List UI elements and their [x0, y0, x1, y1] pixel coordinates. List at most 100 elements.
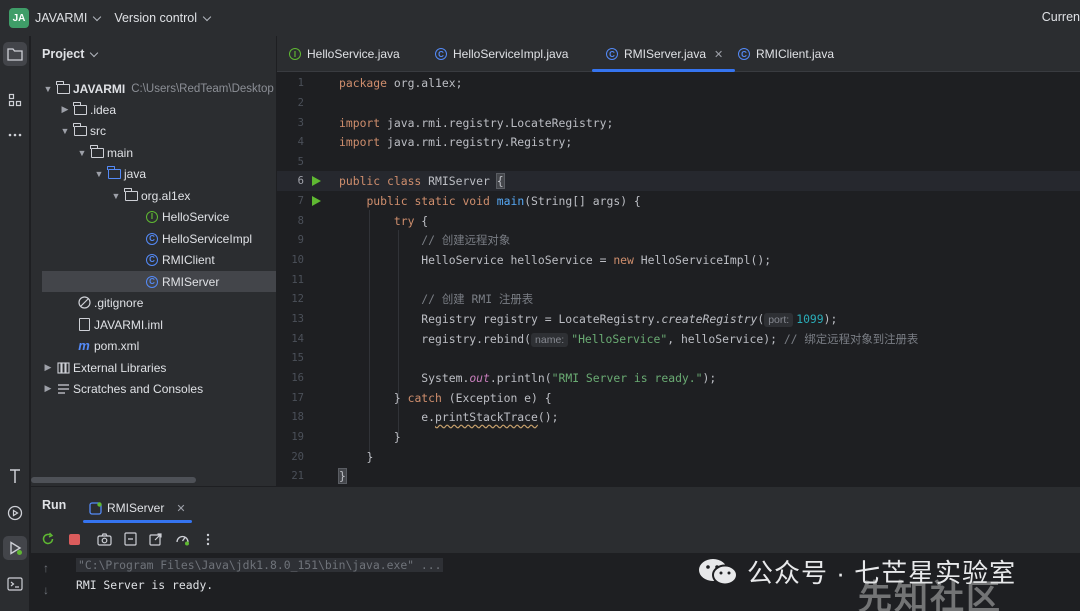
- expand-arrow-icon[interactable]: ▶: [43, 383, 53, 394]
- code-line-current: 6 public class RMIServer {: [277, 171, 1080, 191]
- code-token: import: [339, 134, 381, 149]
- close-icon[interactable]: ✕: [176, 502, 185, 515]
- structure-icon[interactable]: [3, 88, 27, 112]
- tree-item-external-libraries[interactable]: ▶ External Libraries: [31, 357, 276, 378]
- class-icon: C: [145, 232, 159, 246]
- tree-item-rmiserver[interactable]: C RMIServer: [42, 271, 276, 292]
- stop-icon[interactable]: [65, 530, 83, 548]
- site-watermark: 先知社区: [858, 579, 1002, 611]
- tree-item-path: C:\Users\RedTeam\Desktop: [131, 82, 274, 95]
- tree-item-label: JAVARMI.iml: [94, 317, 163, 332]
- build-hammer-icon[interactable]: [3, 464, 27, 488]
- tab-helloserviceimpl[interactable]: C HelloServiceImpl.java: [435, 36, 568, 72]
- tab-rmiserver[interactable]: C RMIServer.java ✕: [592, 36, 736, 72]
- project-panel-title: Project: [42, 47, 85, 61]
- tree-item-helloservice[interactable]: I HelloService: [31, 206, 276, 227]
- restore-layout-icon[interactable]: [121, 530, 139, 548]
- run-tool-icon[interactable]: [3, 536, 27, 560]
- matched-brace: }: [338, 467, 347, 484]
- title-bar: JA JAVARMI Version control Curren: [0, 0, 1080, 36]
- code-token: (String[] args) {: [524, 193, 641, 208]
- code-line: 5: [277, 152, 1080, 172]
- code-comment: // 绑定远程对象到注册表: [783, 331, 919, 346]
- chevron-down-icon: [202, 12, 212, 21]
- terminal-icon[interactable]: [3, 572, 27, 596]
- line-number: 19: [291, 430, 304, 443]
- project-panel: Project ▼ JAVARMI C:\Users\RedTeam\Deskt…: [31, 36, 276, 486]
- tree-item-rmiclient[interactable]: C RMIClient: [31, 249, 276, 270]
- code-token: createRegistry: [661, 311, 758, 326]
- code-token: {: [414, 213, 429, 228]
- code-token: }: [393, 429, 401, 444]
- code-editor[interactable]: 1 package org.al1ex; 2 3 import java.rmi…: [277, 72, 1080, 486]
- tree-item-label: .gitignore: [94, 295, 144, 310]
- dashboard-icon[interactable]: [173, 530, 191, 548]
- expand-arrow-icon[interactable]: ▼: [60, 126, 70, 136]
- expand-arrow-icon[interactable]: ▼: [77, 148, 87, 158]
- run-tab-rmiserver[interactable]: RMIServer ✕: [83, 493, 192, 523]
- services-icon[interactable]: [3, 501, 27, 525]
- tree-item-label: HelloService: [162, 209, 230, 224]
- tree-item-pom[interactable]: m pom.xml: [31, 335, 276, 356]
- run-gutter-icon[interactable]: [311, 175, 321, 186]
- parameter-hint: port:: [764, 312, 794, 327]
- tab-rmiclient[interactable]: C RMIClient.java: [738, 36, 834, 72]
- run-gutter-icon[interactable]: [311, 195, 321, 206]
- class-icon: C: [738, 48, 750, 60]
- tree-item-label: RMIServer: [162, 274, 220, 289]
- tree-item-helloserviceimpl[interactable]: C HelloServiceImpl: [31, 228, 276, 249]
- code-token: System.: [421, 370, 470, 385]
- tab-label: RMIServer.java: [624, 47, 707, 61]
- line-number: 3: [297, 116, 304, 129]
- more-options-icon[interactable]: [199, 530, 217, 548]
- version-control-label: Version control: [114, 11, 198, 25]
- code-line: 8 try {: [277, 211, 1080, 231]
- code-token: .println(: [489, 370, 552, 385]
- expand-arrow-icon[interactable]: ▼: [111, 191, 121, 201]
- camera-icon[interactable]: [95, 530, 113, 548]
- project-badge[interactable]: JA: [9, 8, 29, 28]
- maven-icon: m: [78, 338, 90, 353]
- close-icon[interactable]: ✕: [714, 48, 723, 61]
- code-line: 2: [277, 93, 1080, 113]
- scroll-up-icon[interactable]: ↑: [43, 561, 49, 575]
- project-folder-icon[interactable]: [3, 42, 27, 66]
- line-number: 10: [291, 253, 304, 266]
- current-file-menu[interactable]: Curren: [1042, 10, 1080, 24]
- tree-item-java[interactable]: ▼ java: [31, 163, 276, 184]
- code-token: HelloService helloService =: [421, 252, 614, 267]
- tree-item-package[interactable]: ▼ org.al1ex: [31, 185, 276, 206]
- tree-item-label: .idea: [90, 102, 117, 117]
- tab-label: RMIClient.java: [756, 47, 835, 61]
- version-control-menu[interactable]: Version control: [114, 11, 212, 25]
- tree-item-label: HelloServiceImpl: [162, 231, 253, 246]
- tab-helloservice[interactable]: I HelloService.java: [289, 36, 400, 72]
- tree-item-scratches[interactable]: ▶ Scratches and Consoles: [31, 378, 276, 399]
- tree-item-label: Scratches and Consoles: [73, 381, 204, 396]
- tree-item-gitignore[interactable]: .gitignore: [31, 292, 276, 313]
- scroll-down-icon[interactable]: ↓: [43, 583, 49, 597]
- project-horizontal-scrollbar[interactable]: [31, 477, 196, 483]
- more-tools-icon[interactable]: [3, 123, 27, 147]
- expand-arrow-icon[interactable]: ▼: [43, 84, 53, 94]
- tree-item-src[interactable]: ▼ src: [31, 120, 276, 141]
- package-icon: [124, 187, 138, 203]
- run-tab-label: RMIServer: [107, 501, 165, 515]
- tree-item-idea[interactable]: ▶ .idea: [31, 99, 276, 120]
- line-number: 5: [297, 155, 304, 168]
- expand-arrow-icon[interactable]: ▼: [94, 169, 104, 179]
- tree-item-main[interactable]: ▼ main: [31, 142, 276, 163]
- tree-item-root[interactable]: ▼ JAVARMI C:\Users\RedTeam\Desktop: [31, 78, 276, 99]
- project-panel-header[interactable]: Project: [31, 36, 276, 72]
- code-token: public static void: [366, 193, 497, 208]
- class-icon: C: [435, 48, 447, 60]
- expand-arrow-icon[interactable]: ▶: [43, 362, 53, 373]
- expand-arrow-icon[interactable]: ▶: [60, 104, 70, 115]
- project-switcher[interactable]: JAVARMI: [35, 11, 102, 25]
- export-icon[interactable]: [147, 530, 165, 548]
- tree-item-iml[interactable]: JAVARMI.iml: [31, 314, 276, 335]
- tree-item-label: org.al1ex: [141, 188, 191, 203]
- line-number: 16: [291, 371, 304, 384]
- code-token: (Exception e) {: [441, 390, 552, 405]
- rerun-icon[interactable]: [39, 530, 57, 548]
